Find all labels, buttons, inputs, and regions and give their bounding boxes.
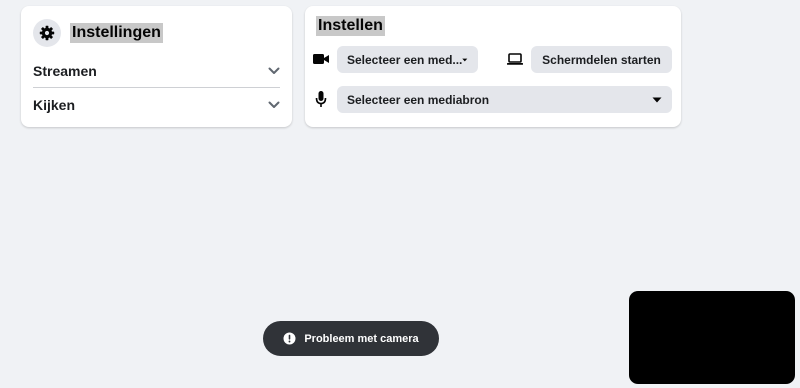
accordion-label: Streamen [33,63,97,79]
settings-title: Instellingen [70,23,163,43]
video-camera-icon [311,49,331,69]
screen-share-button[interactable]: Schermdelen starten [531,46,672,73]
accordion-label: Kijken [33,97,76,113]
audio-source-select[interactable]: Selecteer een mediabron [337,86,672,113]
accordion-streamen[interactable]: Streamen [33,56,280,86]
setup-title: Instellen [316,16,385,36]
chevron-down-icon [268,101,280,108]
toast-message: Probleem met camera [304,332,419,345]
microphone-icon [311,89,331,109]
video-preview [629,291,795,384]
divider [33,87,280,88]
screen-share-label: Schermdelen starten [542,52,661,67]
audio-source-value: Selecteer een mediabron [347,92,490,107]
video-source-value: Selecteer een med... [347,52,463,67]
camera-problem-toast[interactable]: Probleem met camera [263,321,439,356]
accordion-kijken[interactable]: Kijken [33,90,280,120]
settings-header: Instellingen [33,19,163,47]
caret-down-icon [652,97,662,102]
alert-icon [283,332,296,345]
settings-panel: Instellingen Streamen Kijken [21,6,292,127]
setup-panel: Instellen Selecteer een med... Schermdel… [305,6,681,127]
laptop-icon [505,49,525,69]
caret-down-icon [462,58,468,61]
gear-icon [33,19,61,47]
video-source-select[interactable]: Selecteer een med... [337,46,478,73]
chevron-down-icon [268,67,280,74]
